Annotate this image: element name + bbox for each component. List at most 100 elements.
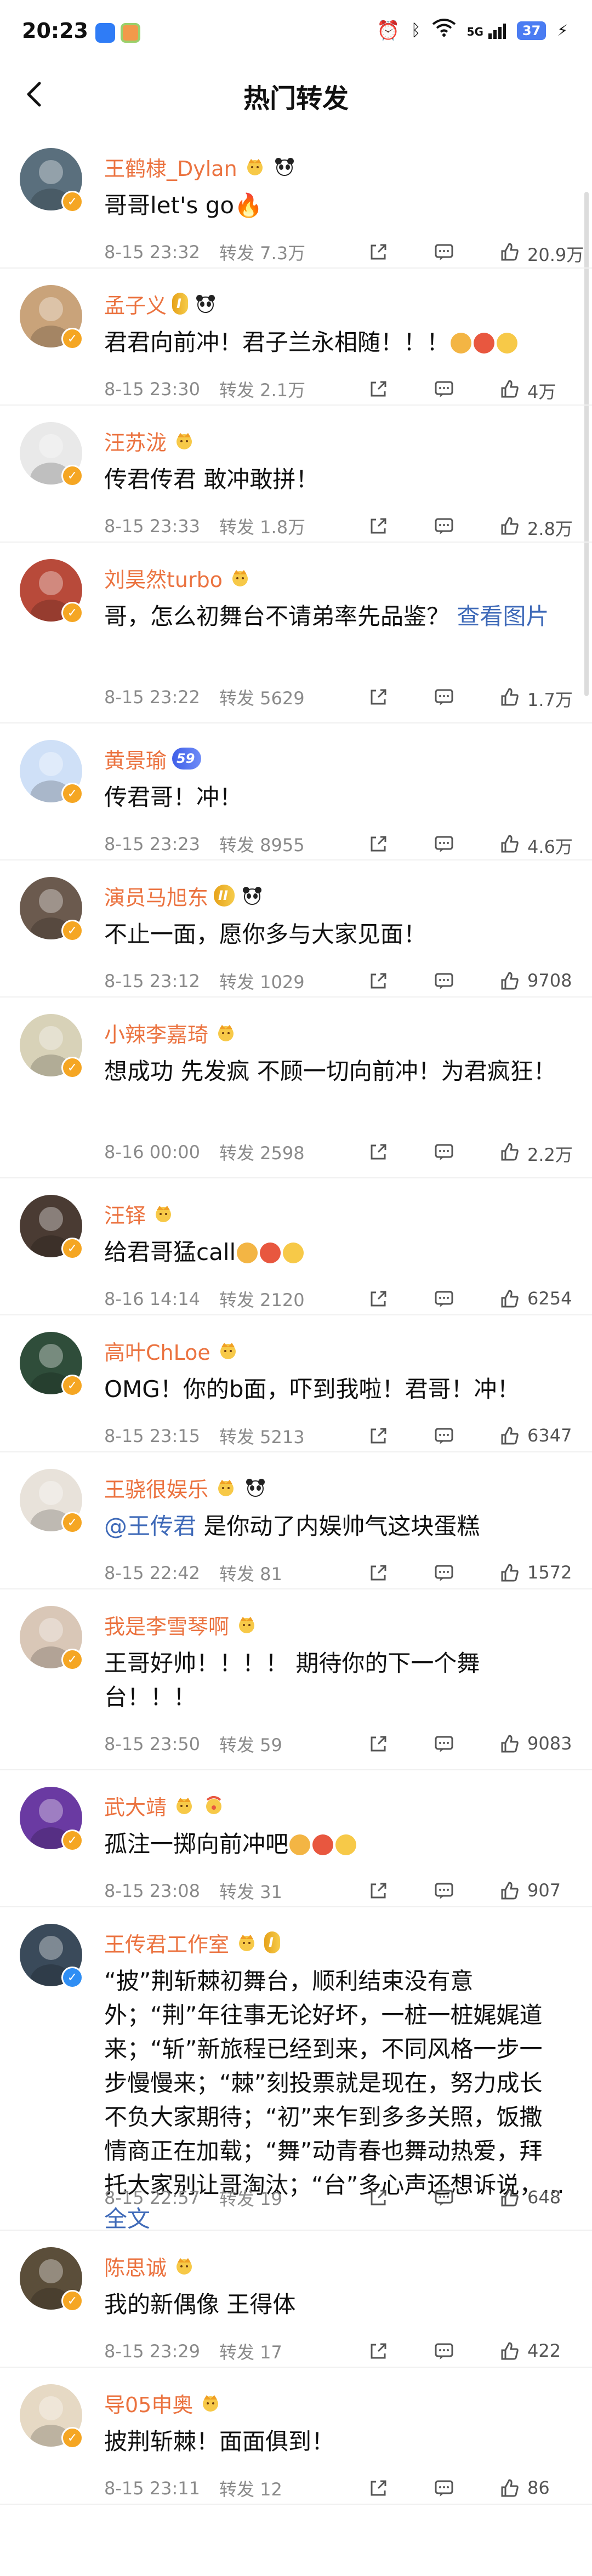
repost-count: 转发 81 [219, 1564, 282, 1585]
share-button[interactable] [367, 378, 389, 400]
like-button[interactable] [499, 2187, 521, 2209]
mention-link[interactable]: @王传君 [104, 1513, 196, 1540]
comment-button[interactable] [433, 2477, 455, 2499]
name-row: 王传君工作室 I [104, 1927, 280, 1958]
share-icon [371, 1883, 386, 1899]
username-link[interactable]: 高叶ChLoe [104, 1336, 210, 1366]
share-button[interactable] [367, 1880, 389, 1902]
comment-button[interactable] [433, 970, 455, 992]
share-button[interactable] [367, 2477, 389, 2499]
share-button[interactable] [367, 1733, 389, 1755]
share-button[interactable] [367, 515, 389, 537]
username-link[interactable]: 汪铎 [104, 1199, 146, 1229]
comment-button[interactable] [433, 2187, 455, 2209]
username-link[interactable]: 小辣李嘉琦 [104, 1018, 208, 1048]
like-button[interactable] [499, 970, 521, 992]
charging-icon: ⚡ [557, 21, 568, 39]
level-badge-label: I [177, 296, 181, 311]
username-link[interactable]: 导05申奥 [104, 2388, 193, 2418]
crown-icon [247, 159, 263, 175]
comment-footer: 8-15 23:11 转发 12 86 [104, 2473, 576, 2504]
name-row: 武大靖 [104, 1790, 226, 1821]
like-button[interactable] [499, 378, 521, 400]
like-button[interactable] [499, 2477, 521, 2499]
repost-count: 转发 7.3万 [219, 243, 306, 264]
username-link[interactable]: 王鹤棣_Dylan [104, 152, 237, 182]
expand-link[interactable]: 查看图片 [449, 603, 549, 630]
repost-count: 转发 2.1万 [219, 380, 306, 401]
comment-footer: 8-15 23:08 转发 31 907 [104, 1876, 576, 1906]
username-link[interactable]: 王骁很娱乐 [104, 1473, 208, 1503]
share-icon [371, 2190, 386, 2205]
comment-button[interactable] [433, 686, 455, 708]
username-link[interactable]: 武大靖 [104, 1791, 167, 1821]
comment-footer: 8-15 23:50 转发 59 9083 [104, 1729, 576, 1759]
comment-button[interactable] [433, 2340, 455, 2362]
share-button[interactable] [367, 1562, 389, 1584]
timestamp: 8-16 14:14 [104, 1289, 201, 1309]
comment-icon [435, 1144, 453, 1160]
emoji-icon [451, 333, 472, 354]
share-button[interactable] [367, 241, 389, 263]
username-link[interactable]: 陈思诚 [104, 2251, 167, 2281]
share-button[interactable] [367, 1288, 389, 1310]
username-link[interactable]: 我是李雪琴啊 [104, 1610, 229, 1640]
like-button[interactable] [499, 1288, 521, 1310]
comment-footer: 8-15 23:29 转发 17 422 [104, 2336, 576, 2367]
like-button[interactable] [499, 1425, 521, 1447]
like-button[interactable] [499, 1562, 521, 1584]
share-button[interactable] [367, 1141, 389, 1163]
like-button[interactable] [499, 515, 521, 537]
page-title: 热门转发 [243, 83, 349, 114]
share-button[interactable] [367, 833, 389, 855]
like-button[interactable] [499, 1880, 521, 1902]
comment-button[interactable] [433, 515, 455, 537]
comment-button[interactable] [433, 1141, 455, 1163]
panda-badge-icon [272, 156, 297, 178]
share-button[interactable] [367, 970, 389, 992]
like-button[interactable] [499, 2340, 521, 2362]
username-link[interactable]: 黄景瑜 [104, 744, 167, 774]
username-link[interactable]: 孟子义 [104, 289, 167, 319]
share-icon [371, 1291, 386, 1307]
like-button[interactable] [499, 241, 521, 263]
emoji-icon [260, 1243, 281, 1263]
like-count: 6254 [527, 1288, 572, 1309]
comment-button[interactable] [433, 241, 455, 263]
like-button[interactable] [499, 686, 521, 708]
comment-icon [435, 836, 453, 852]
repost-count: 转发 1029 [219, 972, 305, 993]
comment-button[interactable] [433, 378, 455, 400]
crown-icon [218, 1025, 234, 1041]
comment-body: “披”荆斩棘初舞台，顺利结束没有意外；“荆”年往事无论好坏，一桩一桩娓娓道来；“… [104, 1968, 565, 2198]
comment-text: 给君哥猛call [104, 1235, 565, 1269]
status-icons: ⏰ ᛒ 5G 37 ⚡ [377, 19, 568, 42]
like-count: 2.8万 [527, 518, 573, 539]
comment-button[interactable] [433, 1562, 455, 1584]
comment-footer: 8-16 14:14 转发 2120 6254 [104, 1284, 576, 1314]
comment-button[interactable] [433, 1425, 455, 1447]
comment-text: 不止一面，愿你多与大家见面！ [104, 917, 565, 951]
share-button[interactable] [367, 2340, 389, 2362]
comment-button[interactable] [433, 833, 455, 855]
comment-text: OMG！你的b面，吓到我啦！君哥！冲！ [104, 1372, 565, 1406]
username-link[interactable]: 演员马旭东 [104, 881, 208, 911]
username-link[interactable]: 汪苏泷 [104, 426, 167, 456]
name-row: 小辣李嘉琦 [104, 1017, 238, 1048]
share-button[interactable] [367, 686, 389, 708]
username-link[interactable]: 王传君工作室 [104, 1928, 229, 1958]
like-icon [501, 1735, 519, 1753]
username-link[interactable]: 刘昊然turbo [104, 563, 223, 593]
like-icon [501, 1882, 519, 1900]
comment-button[interactable] [433, 1288, 455, 1310]
share-button[interactable] [367, 2187, 389, 2209]
comment-icon [435, 689, 453, 705]
like-button[interactable] [499, 1141, 521, 1163]
like-button[interactable] [499, 1733, 521, 1755]
comment-button[interactable] [433, 1880, 455, 1902]
comment-body: 披荆斩棘！面面俱到！ [104, 2428, 335, 2455]
share-button[interactable] [367, 1425, 389, 1447]
like-button[interactable] [499, 833, 521, 855]
signal-icon: 5G [467, 22, 506, 39]
comment-button[interactable] [433, 1733, 455, 1755]
